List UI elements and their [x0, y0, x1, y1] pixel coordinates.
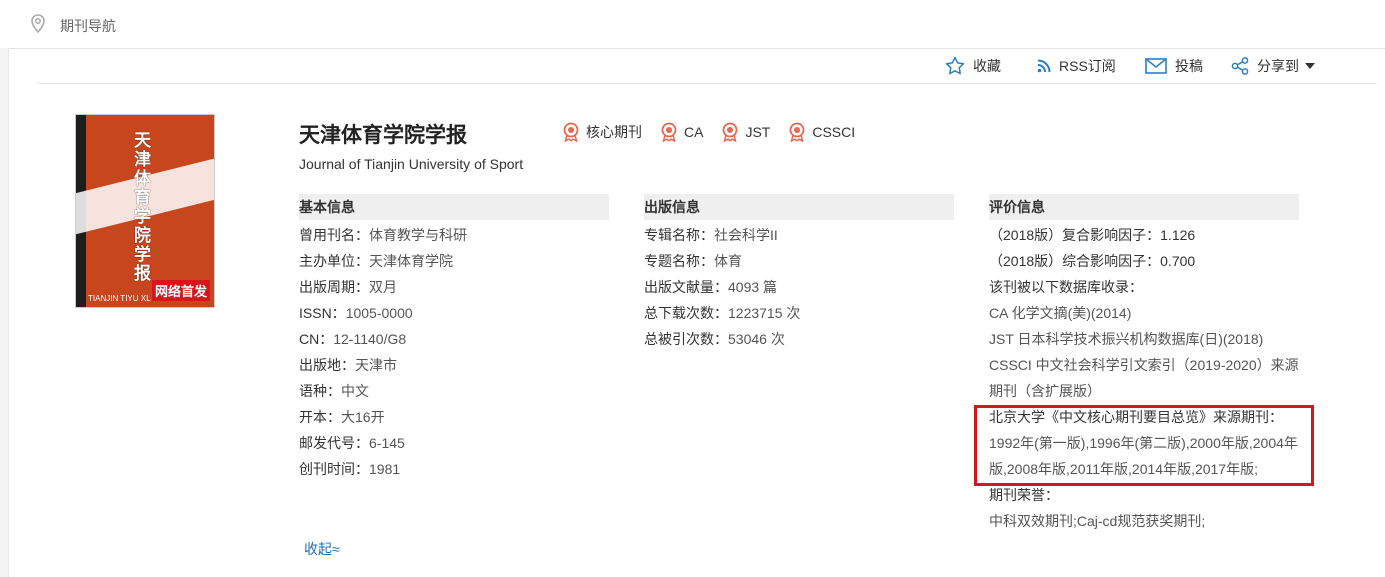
rss-icon	[1037, 59, 1051, 73]
location-pin-icon	[30, 14, 46, 39]
tag-jst: JST	[721, 122, 770, 142]
info-value: 天津体育学院	[369, 253, 453, 269]
journal-title: 天津体育学院学报	[299, 124, 467, 147]
tag-ca: CA	[660, 122, 703, 142]
info-label: 语种：	[299, 383, 341, 399]
publish-info-section: 出版信息 专辑名称：社会科学II 专题名称：体育 出版文献量：4093 篇 总下…	[644, 194, 954, 352]
highlight-annotation-box	[974, 405, 1314, 486]
cover-vertical-title: 天津体育学院学报	[134, 131, 151, 283]
info-label: ISSN：	[299, 305, 346, 321]
action-toolbar: 收藏 RSS订阅 投稿 分享到	[37, 49, 1377, 84]
caret-down-icon	[1305, 63, 1315, 69]
info-row: 创刊时间：1981	[299, 456, 609, 482]
info-label: 出版周期：	[299, 279, 369, 295]
info-row: 出版周期：双月	[299, 274, 609, 300]
publish-info-header: 出版信息	[644, 194, 954, 220]
award-medal-icon	[563, 122, 579, 142]
info-value: 大16开	[341, 409, 385, 425]
info-label: 邮发代号：	[299, 435, 369, 451]
info-label: 出版文献量：	[644, 279, 728, 295]
evaluation-info-header: 评价信息	[989, 194, 1299, 220]
tag-core-journal: 核心期刊	[562, 122, 642, 142]
info-value: 体育教学与科研	[369, 227, 467, 243]
share-dropdown[interactable]: 分享到	[1231, 56, 1315, 76]
info-value: 1981	[369, 461, 401, 477]
basic-info-header: 基本信息	[299, 194, 609, 220]
submit-manuscript-button[interactable]: 投稿	[1145, 56, 1203, 76]
favorite-label: 收藏	[973, 58, 1001, 74]
info-label: 主办单位：	[299, 253, 369, 269]
share-icon	[1231, 57, 1249, 75]
info-label: 曾用刊名：	[299, 227, 369, 243]
info-label: 专题名称：	[644, 253, 714, 269]
share-label: 分享到	[1257, 58, 1299, 74]
eval-line: CSSCI 中文社会科学引文索引（2019-2020）来源	[989, 357, 1299, 373]
info-row: 总下载次数：1223715 次	[644, 300, 954, 326]
award-medal-icon	[661, 122, 677, 142]
info-row: 专题名称：体育	[644, 248, 954, 274]
breadcrumb-label[interactable]: 期刊导航	[60, 16, 116, 36]
info-row: 开本：大16开	[299, 404, 609, 430]
eval-line: （2018版）综合影响因子：0.700	[989, 253, 1196, 269]
info-value: 6-145	[369, 435, 405, 451]
info-row: 主办单位：天津体育学院	[299, 248, 609, 274]
award-medal-icon	[723, 122, 738, 142]
info-row: 曾用刊名：体育教学与科研	[299, 222, 609, 248]
eval-line: 中科双效期刊;Caj-cd规范获奖期刊;	[989, 513, 1206, 529]
tag-label: CSSCI	[812, 124, 856, 140]
info-value: 天津市	[355, 357, 397, 373]
info-label: CN：	[299, 331, 334, 347]
tag-label: 核心期刊	[586, 124, 642, 140]
info-label: 开本：	[299, 409, 341, 425]
info-row: 总被引次数：53046 次	[644, 326, 954, 352]
info-row: ISSN：1005-0000	[299, 300, 609, 326]
breadcrumb-bar: 期刊导航	[0, 0, 1385, 48]
rss-label: RSS订阅	[1059, 58, 1116, 74]
info-label: 创刊时间：	[299, 461, 369, 477]
rss-button[interactable]: RSS订阅	[1037, 56, 1116, 76]
info-value: 中文	[341, 383, 369, 399]
eval-line: JST 日本科学技术振兴机构数据库(日)(2018)	[989, 331, 1264, 347]
journal-cover-image[interactable]: 天津体育学院学报 TIANJIN TIYU XL 网络首发	[75, 114, 215, 308]
info-row: 出版文献量：4093 篇	[644, 274, 954, 300]
eval-line: 期刊（含扩展版）	[989, 383, 1101, 399]
info-label: 出版地：	[299, 357, 355, 373]
info-value: 双月	[369, 279, 397, 295]
eval-line: CA 化学文摘(美)(2014)	[989, 305, 1132, 321]
info-row: 邮发代号：6-145	[299, 430, 609, 456]
index-tags: 核心期刊 CA JST CSSCI	[562, 122, 873, 142]
award-medal-icon	[789, 122, 805, 142]
info-row: CN：12-1140/G8	[299, 326, 609, 352]
info-value: 12-1140/G8	[333, 331, 407, 347]
journal-english-title: Journal of Tianjin University of Sport	[299, 156, 524, 172]
info-row: 出版地：天津市	[299, 352, 609, 378]
info-value: 53046 次	[728, 331, 785, 347]
online-first-badge: 网络首发	[151, 280, 210, 301]
info-value: 4093 篇	[728, 279, 778, 295]
info-value: 1223715 次	[728, 305, 801, 321]
submit-label: 投稿	[1175, 58, 1203, 74]
eval-line: （2018版）复合影响因子：1.126	[989, 227, 1196, 243]
info-label: 总被引次数：	[644, 331, 728, 347]
collapse-link[interactable]: 收起≈	[304, 539, 340, 559]
eval-line: 该刊被以下数据库收录：	[989, 279, 1143, 295]
info-row: 语种：中文	[299, 378, 609, 404]
info-label: 总下载次数：	[644, 305, 728, 321]
envelope-icon	[1145, 58, 1167, 74]
journal-detail-panel: 收藏 RSS订阅 投稿 分享到 天津体育学院学报 TIANJIN TIYU XL…	[8, 48, 1385, 577]
cover-bottom-text: TIANJIN TIYU XL	[88, 294, 151, 303]
info-value: 1005-0000	[345, 305, 413, 321]
info-value: 社会科学II	[714, 227, 778, 243]
info-value: 体育	[714, 253, 742, 269]
basic-info-section: 基本信息 曾用刊名：体育教学与科研 主办单位：天津体育学院 出版周期：双月 IS…	[299, 194, 609, 482]
star-icon	[945, 56, 965, 75]
info-label: 专辑名称：	[644, 227, 714, 243]
tag-cssci: CSSCI	[788, 122, 855, 142]
favorite-button[interactable]: 收藏	[945, 56, 1001, 76]
tag-label: JST	[745, 124, 771, 140]
info-row: 专辑名称：社会科学II	[644, 222, 954, 248]
tag-label: CA	[684, 124, 704, 140]
